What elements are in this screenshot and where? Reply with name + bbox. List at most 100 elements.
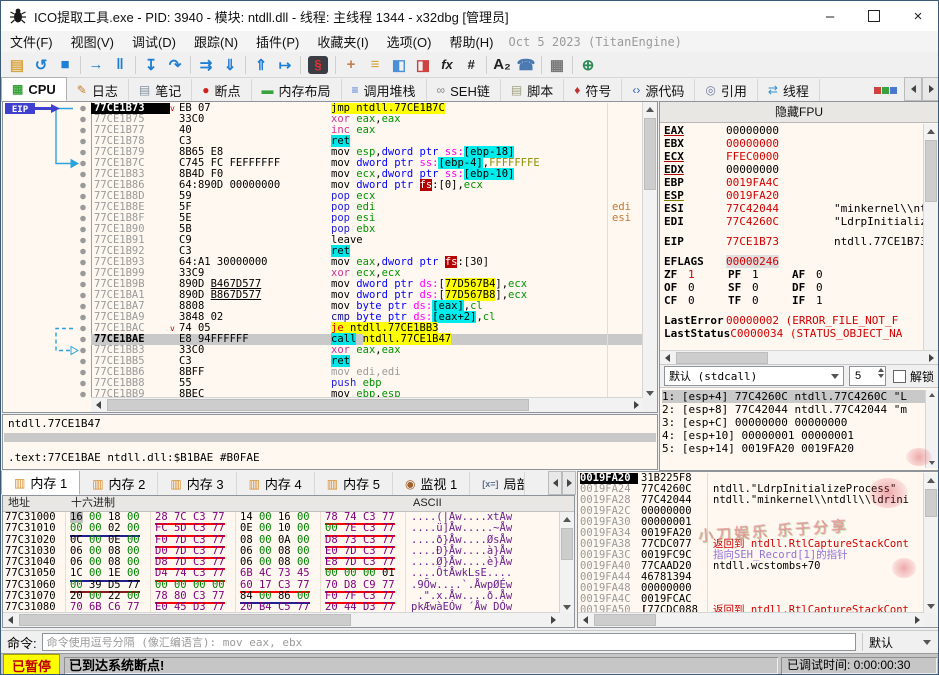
tab-cpu[interactable]: ▦ CPU — [1, 77, 67, 101]
animate-button[interactable]: § — [308, 55, 328, 74]
register-row[interactable]: ESI77C42044"minkernel\\ntdll\\ — [664, 202, 924, 215]
run-button[interactable]: → — [84, 54, 108, 76]
stack-horizontal-scrollbar[interactable] — [578, 612, 924, 627]
disasm-row[interactable]: 77CE1B90 5B pop ebx — [91, 224, 643, 235]
argument-row[interactable]: 1: [esp+4] 77C4260C ntdll.77C4260C "L — [662, 390, 926, 403]
tab-符号[interactable]: ♦ 符号 — [564, 79, 623, 101]
tab-内存布局[interactable]: ▬ 内存布局 — [251, 79, 342, 101]
tab-断点[interactable]: ● 断点 — [192, 79, 252, 101]
step-into-button[interactable]: ↧ — [139, 54, 163, 76]
comment-button[interactable]: ≡ — [363, 54, 387, 76]
disasm-vertical-scrollbar[interactable] — [642, 102, 657, 400]
command-input[interactable] — [41, 633, 856, 651]
register-row[interactable]: ESP 0019FA20 — [664, 189, 924, 202]
register-row[interactable]: EBX 00000000 — [664, 137, 924, 150]
tab-日志[interactable]: ✎ 日志 — [66, 79, 129, 101]
tab-调用堆栈[interactable]: ≡ 调用堆栈 — [341, 79, 427, 101]
register-row[interactable]: CF 0 TF 0 IF 1 — [664, 294, 924, 307]
bottom-tab-局部[interactable]: [x=]局部 — [470, 472, 526, 495]
menu-item-4[interactable]: 插件(P) — [247, 31, 308, 52]
menu-item-3[interactable]: 跟踪(N) — [185, 31, 247, 52]
dump-horizontal-scrollbar[interactable] — [3, 612, 560, 627]
attach-button[interactable]: ☎ — [514, 54, 538, 76]
hash-button[interactable]: # — [459, 54, 483, 76]
stack-row[interactable]: 0019FA48 00000000 — [580, 583, 924, 594]
bottom-tab-内存 3[interactable]: ▥ 内存 3 — [158, 472, 237, 495]
arguments-scrollbar[interactable] — [925, 390, 938, 468]
calculator-button[interactable]: ▦ — [545, 54, 569, 76]
bottom-tab-scroll-left-button[interactable] — [548, 471, 562, 495]
restart-button[interactable]: ↺ — [29, 54, 53, 76]
tab-线程[interactable]: ⇄ 线程 — [757, 79, 820, 101]
menu-item-5[interactable]: 收藏夹(I) — [308, 31, 377, 52]
step-over-button[interactable]: ↷ — [163, 54, 187, 76]
registers-horizontal-scrollbar[interactable] — [660, 350, 938, 365]
unlock-checkbox-box[interactable] — [892, 369, 906, 383]
register-row[interactable]: EIP 77CE1B73 ntdll.77CE1B73 — [664, 235, 924, 248]
menu-item-0[interactable]: 文件(F) — [1, 31, 62, 52]
calling-convention-select[interactable]: 默认 (stdcall) — [664, 366, 844, 386]
label-red-button[interactable]: ◨ — [411, 54, 435, 76]
globe-button[interactable]: ⊕ — [576, 54, 600, 76]
unlock-checkbox[interactable]: 解锁 — [892, 368, 934, 385]
register-row[interactable]: ZF 1 PF 1 AF 0 — [664, 268, 924, 281]
menu-item-7[interactable]: 帮助(H) — [440, 31, 502, 52]
disasm-row[interactable]: 77CE1B77 40 inc eax — [91, 125, 643, 136]
disasm-row[interactable]: 77CE1B91 C9 leave — [91, 235, 643, 246]
stack-row[interactable]: 0019FA28 77C42044 ntdll."minkernel\\ntdll\… — [580, 495, 924, 506]
argument-count-stepper[interactable]: 5 — [848, 366, 886, 386]
tab-scroll-right-button[interactable] — [922, 77, 938, 101]
open-file-button[interactable]: ▤ — [5, 54, 29, 76]
stack-row[interactable]: 0019FA40 77CAAD20 ntdll.wcstombs+70 — [580, 561, 924, 572]
register-row[interactable]: OF 0 SF 0 DF 0 — [664, 281, 924, 294]
stack-row[interactable]: 0019FA2C 00000000 — [580, 506, 924, 517]
stop-button[interactable]: ■ — [53, 54, 77, 76]
pause-button[interactable]: ‖ — [108, 54, 132, 76]
argument-row[interactable]: 2: [esp+8] 77C42044 ntdll.77C42044 "m — [662, 403, 926, 416]
register-row[interactable]: EDX 00000000 — [664, 163, 924, 176]
argument-row[interactable]: 4: [esp+10] 00000001 00000001 — [662, 429, 926, 442]
tab-源代码[interactable]: ‹› 源代码 — [622, 79, 696, 101]
registers-vertical-scrollbar[interactable] — [923, 124, 938, 364]
register-row[interactable]: EBP 0019FA4C — [664, 176, 924, 189]
register-row[interactable]: ECX FFEC0000 — [664, 150, 924, 163]
argument-row[interactable]: 5: [esp+14] 0019FA20 0019FA20 — [662, 442, 926, 455]
argument-row[interactable]: 3: [esp+C] 00000000 00000000 — [662, 416, 926, 429]
disasm-row[interactable]: 77CE1BB3 33C0 xor eax,eax — [91, 345, 643, 356]
register-row[interactable]: LastStatusC0000034 (STATUS_OBJECT_NA — [664, 327, 924, 340]
bottom-tab-内存 4[interactable]: ▥ 内存 4 — [237, 472, 315, 495]
tab-seh链[interactable]: ∞ SEH链 — [426, 79, 501, 101]
register-row[interactable]: LastError 00000002 (ERROR_FILE_NOT_F — [664, 314, 924, 327]
tab-引用[interactable]: ◎ 引用 — [695, 79, 758, 101]
hide-fpu-button[interactable]: 隐藏FPU — [660, 102, 938, 123]
tab-scroll-left-button[interactable] — [904, 77, 922, 101]
menu-item-6[interactable]: 选项(O) — [378, 31, 441, 52]
stack-row[interactable]: 0019FA30 00000001 — [580, 517, 924, 528]
bottom-tab-内存 5[interactable]: ▥ 内存 5 — [315, 472, 393, 495]
tab-笔记[interactable]: ▤ 笔记 — [128, 79, 193, 101]
register-row[interactable]: EAX 00000000 — [664, 124, 924, 137]
bottom-tab-scroll-right-button[interactable] — [562, 471, 576, 495]
menu-item-2[interactable]: 调试(D) — [123, 31, 185, 52]
stack-row[interactable]: 0019FA44 46781394 — [580, 572, 924, 583]
run-to-user-code-button[interactable]: ↦ — [273, 54, 297, 76]
trace-into-button[interactable]: ⇉ — [194, 54, 218, 76]
register-row[interactable]: EFLAGS 00000246 — [664, 255, 924, 268]
step-out-button[interactable]: ⇑ — [249, 54, 273, 76]
bottom-tab-监视 1[interactable]: ◉ 监视 1 — [393, 472, 471, 495]
stack-vertical-scrollbar[interactable] — [923, 473, 938, 613]
patch-button[interactable]: + — [339, 54, 363, 76]
menu-item-1[interactable]: 视图(V) — [62, 31, 123, 52]
tab-handles-icon[interactable] — [868, 79, 904, 101]
bottom-tab-内存 2[interactable]: ▥ 内存 2 — [80, 472, 159, 495]
tab-脚本[interactable]: ▤ 脚本 — [500, 79, 565, 101]
register-row[interactable]: CS 0023 FS 0053 — [664, 347, 924, 348]
register-row[interactable]: EDI77C4260C"LdrpInitializePro — [664, 215, 924, 228]
minimize-button[interactable]: – — [808, 1, 852, 31]
disasm-horizontal-scrollbar[interactable] — [91, 397, 643, 412]
fx-button[interactable]: fx — [435, 54, 459, 76]
execute-till-return-button[interactable]: ⇓ — [218, 54, 242, 76]
bottom-tab-内存 1[interactable]: ▥ 内存 1 — [1, 471, 81, 495]
ascii-table-button[interactable]: A₂ — [490, 54, 514, 76]
maximize-button[interactable] — [852, 1, 896, 31]
